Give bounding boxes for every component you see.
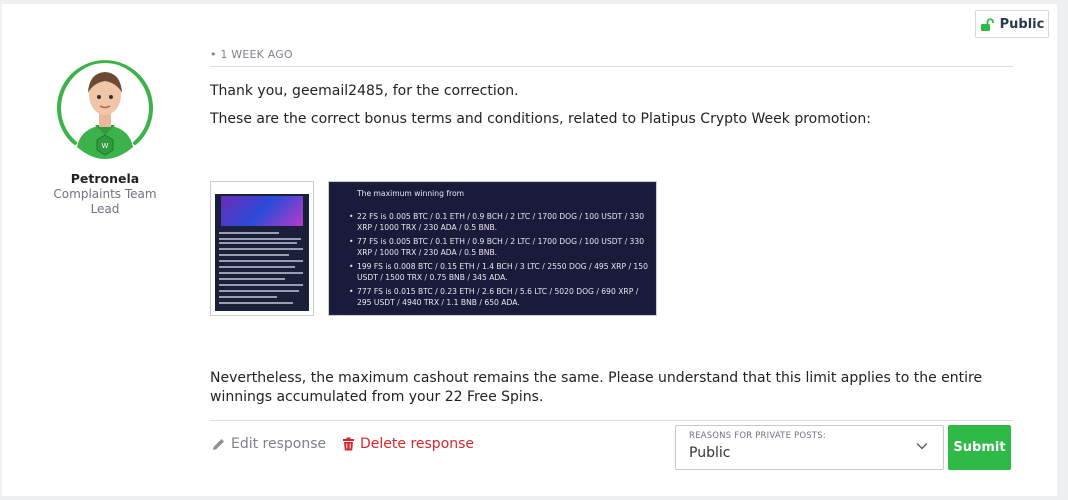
post-paragraph: Nevertheless, the maximum cashout remain… <box>210 370 983 405</box>
submit-button[interactable]: Submit <box>948 425 1011 470</box>
attachment-list: 22 FS is 0.005 BTC / 0.1 ETH / 0.9 BCH /… <box>349 211 649 311</box>
delete-response-link[interactable]: Delete response <box>342 436 474 452</box>
visibility-badge-label: Public <box>999 16 1045 32</box>
privacy-reason-select[interactable]: REASONS FOR PRIVATE POSTS: Public <box>675 425 944 470</box>
attachment-list-item: 22 FS is 0.005 BTC / 0.1 ETH / 0.9 BCH /… <box>349 211 649 233</box>
unlock-icon <box>980 17 994 31</box>
svg-text:W: W <box>102 142 109 150</box>
divider <box>210 66 1013 67</box>
author-avatar: W <box>57 60 153 159</box>
attachment-thumbnail-1[interactable] <box>210 181 314 316</box>
attachment-thumbnail-2[interactable]: The maximum winning from 22 FS is 0.005 … <box>328 181 657 316</box>
attachment-lead-text: The maximum winning from <box>357 189 464 198</box>
post-paragraph: These are the correct bonus terms and co… <box>210 111 871 127</box>
chevron-down-icon <box>916 443 928 450</box>
post-paragraph: Thank you, geemail2485, for the correcti… <box>210 83 519 99</box>
privacy-reason-value: Public <box>689 445 731 461</box>
author-name[interactable]: Petronela <box>40 171 170 186</box>
post-timestamp: • 1 WEEK AGO <box>210 48 293 61</box>
trash-icon <box>343 437 354 451</box>
attachment-list-item: 777 FS is 0.015 BTC / 0.23 ETH / 2.6 BCH… <box>349 286 649 308</box>
author-role: Complaints Team Lead <box>53 187 157 216</box>
visibility-badge[interactable]: Public <box>975 10 1049 38</box>
privacy-reason-label: REASONS FOR PRIVATE POSTS: <box>689 431 826 441</box>
edit-response-link[interactable]: Edit response <box>212 436 326 452</box>
delete-response-label: Delete response <box>360 436 475 452</box>
divider <box>210 420 1013 421</box>
edit-response-label: Edit response <box>231 436 327 452</box>
attachment-list-item: 77 FS is 0.005 BTC / 0.1 ETH / 0.9 BCH /… <box>349 236 649 258</box>
attachment-list-item: 199 FS is 0.008 BTC / 0.15 ETH / 1.4 BCH… <box>349 261 649 283</box>
pencil-icon <box>213 439 224 450</box>
